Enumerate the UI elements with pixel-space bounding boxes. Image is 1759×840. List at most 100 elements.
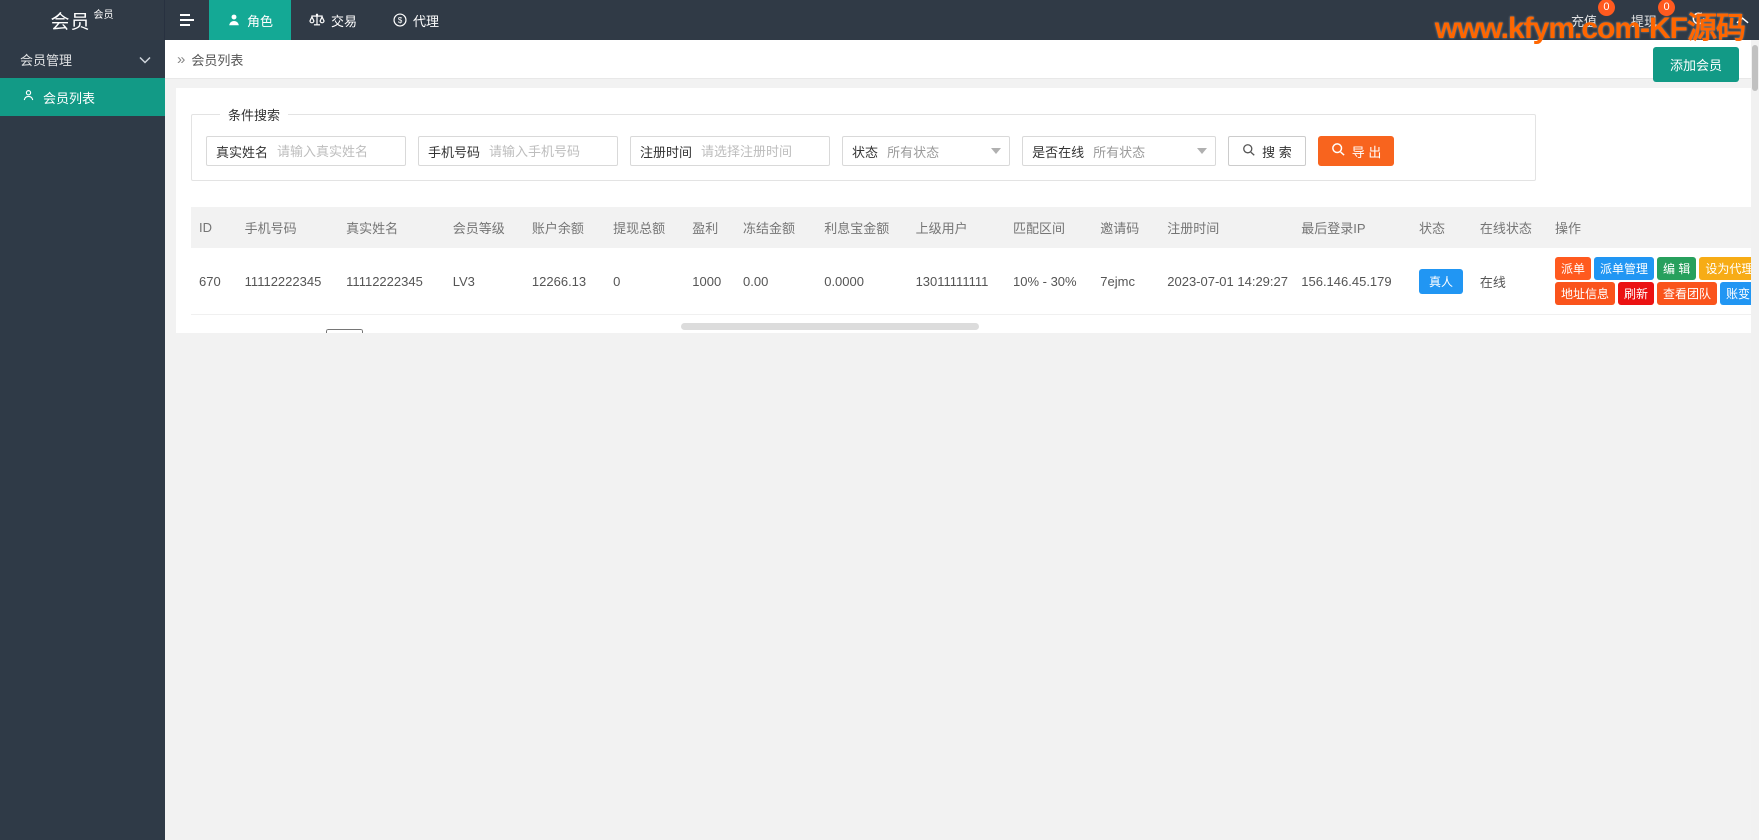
pagination-suffix: 条，共 1 页当前显示第 1 页。 xyxy=(367,331,539,334)
online-field-group: 是否在线 所有状态 xyxy=(1022,136,1217,166)
header-right-menu: 充值 0 提现 0 xyxy=(1567,0,1749,40)
search-legend: 条件搜索 xyxy=(228,108,281,123)
add-member-button[interactable]: 添加会员 xyxy=(1652,47,1739,82)
col-real-name: 真实姓名 xyxy=(338,207,445,248)
table-header-row: ID 手机号码 真实姓名 会员等级 账户余额 提现总额 盈利 冻结金额 利息宝金… xyxy=(191,207,1752,248)
breadcrumb-icon: » xyxy=(177,50,186,68)
svg-text:$: $ xyxy=(398,16,403,25)
col-parent-user: 上级用户 xyxy=(907,207,1005,248)
content-card: 条件搜索 真实姓名 手机号码 注册时间 状态 所有状态 xyxy=(176,88,1752,333)
logo-text: 会员 xyxy=(50,11,91,33)
tab-agent[interactable]: $ 代理 xyxy=(375,0,457,40)
menu-toggle-button[interactable] xyxy=(165,0,209,40)
refresh-button[interactable] xyxy=(1687,11,1710,29)
top-header: 会员 会员 角色 交易 $ 代理 充值 0 提现 0 www.kfym.com-… xyxy=(0,0,1759,45)
export-search-icon xyxy=(1331,142,1346,160)
online-select[interactable]: 所有状态 xyxy=(1093,137,1215,165)
online-label: 是否在线 xyxy=(1032,144,1085,160)
register-time-input[interactable] xyxy=(701,138,830,164)
phone-field-group: 手机号码 xyxy=(418,136,619,166)
withdraw-menu-item[interactable]: 提现 0 xyxy=(1627,0,1675,30)
cell-status: 真人 xyxy=(1410,248,1472,315)
col-level: 会员等级 xyxy=(444,207,524,248)
breadcrumb-title: 会员列表 xyxy=(191,52,244,68)
user-menu-toggle[interactable] xyxy=(1736,13,1749,28)
cell-phone: 11112222345 xyxy=(236,248,339,315)
account-change-button[interactable]: 账变 xyxy=(1720,282,1752,305)
status-select-value: 所有状态 xyxy=(887,144,940,160)
cell-online: 在线 xyxy=(1471,248,1547,315)
sidebar-item-member-list[interactable]: 会员列表 xyxy=(0,78,165,116)
search-button[interactable]: 搜 索 xyxy=(1228,136,1306,166)
edit-button[interactable]: 编 辑 xyxy=(1657,257,1697,280)
cell-parent-user: 13011111111 xyxy=(907,248,1005,315)
cell-id: 670 xyxy=(191,248,237,315)
col-id: ID xyxy=(191,207,237,248)
col-interest: 利息宝金额 xyxy=(816,207,908,248)
logo-sup-text: 会员 xyxy=(93,9,114,21)
export-button-label: 导 出 xyxy=(1351,144,1382,160)
search-button-label: 搜 索 xyxy=(1262,144,1292,160)
cell-interest: 0.0000 xyxy=(816,248,908,315)
search-icon xyxy=(1242,143,1256,160)
tab-trade[interactable]: 交易 xyxy=(291,0,375,40)
real-name-input[interactable] xyxy=(277,138,406,164)
tab-roles-label: 角色 xyxy=(247,13,274,29)
horizontal-scrollbar-thumb[interactable] xyxy=(681,323,979,330)
recharge-label: 充值 xyxy=(1570,13,1597,29)
cell-invite-code: 7ejmc xyxy=(1092,248,1160,315)
tab-roles[interactable]: 角色 xyxy=(209,0,292,40)
chevron-down-icon xyxy=(139,52,151,67)
dropdown-arrow-icon xyxy=(1197,148,1208,154)
breadcrumb: » 会员列表 xyxy=(177,50,243,69)
person-icon xyxy=(22,89,35,105)
sidebar: 会员管理 会员列表 xyxy=(0,40,165,840)
status-select[interactable]: 所有状态 xyxy=(887,137,1009,165)
tab-trade-label: 交易 xyxy=(331,13,358,29)
vertical-scrollbar-thumb[interactable] xyxy=(1752,45,1758,91)
phone-label: 手机号码 xyxy=(428,144,481,160)
cell-profit: 1000 xyxy=(684,248,736,315)
real-name-label: 真实姓名 xyxy=(216,144,269,160)
vertical-scrollbar-track[interactable] xyxy=(1751,40,1759,840)
online-select-value: 所有状态 xyxy=(1093,144,1146,160)
sidebar-item-label: 会员列表 xyxy=(43,90,96,106)
col-invite-code: 邀请码 xyxy=(1092,207,1160,248)
export-button[interactable]: 导 出 xyxy=(1317,136,1395,166)
dropdown-arrow-icon xyxy=(991,148,1002,154)
cell-real-name: 11112222345 xyxy=(338,248,445,315)
cell-last-ip: 156.146.45.179 xyxy=(1293,248,1411,315)
view-team-button[interactable]: 查看团队 xyxy=(1657,282,1718,305)
breadcrumb-bar: » 会员列表 添加会员 xyxy=(165,40,1759,82)
person-icon xyxy=(227,13,241,27)
set-agent-button[interactable]: 设为代理 xyxy=(1699,257,1752,280)
register-time-field-group: 注册时间 xyxy=(630,136,831,166)
real-name-field-group: 真实姓名 xyxy=(206,136,407,166)
col-register-time: 注册时间 xyxy=(1159,207,1294,248)
members-table: ID 手机号码 真实姓名 会员等级 账户余额 提现总额 盈利 冻结金额 利息宝金… xyxy=(191,207,1752,315)
dispatch-manage-button[interactable]: 派单管理 xyxy=(1594,257,1655,280)
dollar-icon: $ xyxy=(393,13,407,27)
phone-input[interactable] xyxy=(489,138,618,164)
page-size-select[interactable]: 20 xyxy=(326,329,364,333)
refresh-icon xyxy=(1691,11,1706,29)
status-badge[interactable]: 真人 xyxy=(1418,268,1463,294)
col-online: 在线状态 xyxy=(1471,207,1547,248)
withdraw-label: 提现 xyxy=(1630,13,1657,29)
status-label: 状态 xyxy=(852,144,879,160)
col-match-range: 匹配区间 xyxy=(1005,207,1093,248)
cell-register-time: 2023-07-01 14:29:27 xyxy=(1159,248,1294,315)
refresh-row-button[interactable]: 刷新 xyxy=(1618,282,1655,305)
recharge-menu-item[interactable]: 充值 0 xyxy=(1567,0,1615,30)
cell-level: LV3 xyxy=(444,248,524,315)
col-phone: 手机号码 xyxy=(236,207,339,248)
recharge-badge: 0 xyxy=(1597,0,1615,16)
sidebar-group-member-management[interactable]: 会员管理 xyxy=(0,40,165,78)
cell-withdraw-total: 0 xyxy=(605,248,685,315)
cell-balance: 12266.13 xyxy=(523,248,606,315)
col-balance: 账户余额 xyxy=(523,207,606,248)
scales-icon xyxy=(309,13,325,27)
withdraw-badge: 0 xyxy=(1658,0,1675,16)
address-info-button[interactable]: 地址信息 xyxy=(1554,282,1615,305)
dispatch-button[interactable]: 派单 xyxy=(1554,257,1591,280)
